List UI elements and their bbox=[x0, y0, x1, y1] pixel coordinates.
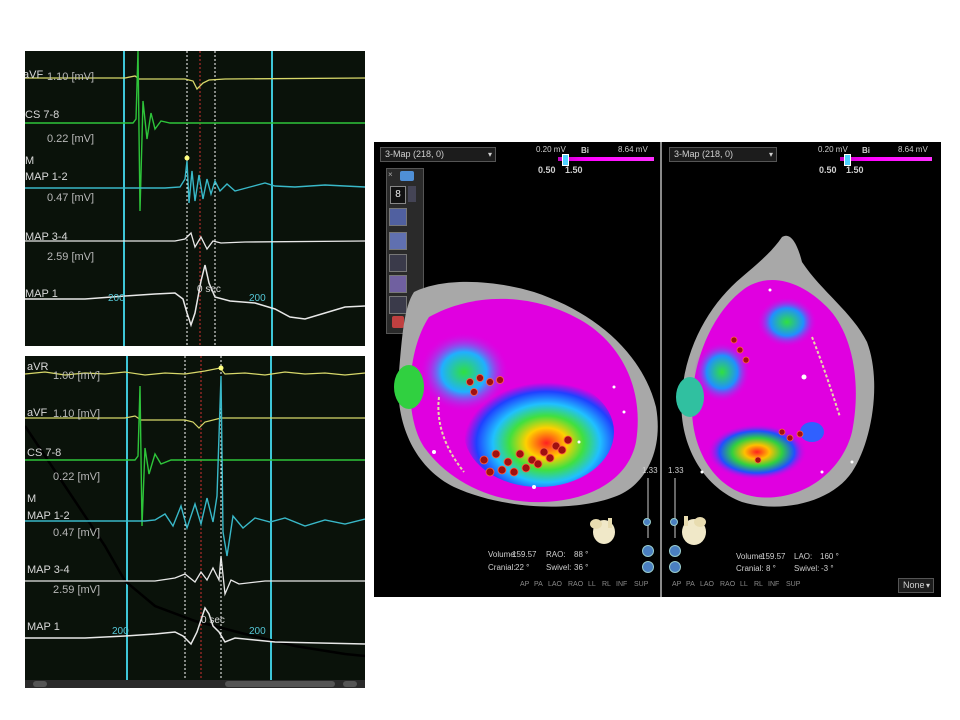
time-right: 200 bbox=[249, 293, 266, 304]
zoom-handle-right[interactable] bbox=[670, 518, 678, 526]
label-avr: aVR bbox=[27, 361, 49, 373]
time-left: 200 bbox=[112, 626, 129, 637]
map-panel: 3-Map (218, 0) ▾ 0.20 mV Bi 8.64 mV 0.50… bbox=[374, 142, 941, 597]
view-pa-left[interactable]: PA bbox=[534, 581, 543, 588]
marker-point bbox=[218, 365, 224, 371]
proj-value-right: 160 ° bbox=[820, 552, 839, 561]
view-sup-left[interactable]: SUP bbox=[634, 581, 648, 588]
scale-map12: 0.47 [mV] bbox=[47, 192, 95, 204]
proj-label-right: LAO: bbox=[794, 552, 813, 561]
label-map12: MAP 1-2 bbox=[25, 171, 68, 183]
cranial-value-left: 22 ° bbox=[515, 563, 530, 572]
view-pa-right[interactable]: PA bbox=[686, 581, 695, 588]
view-rao-right[interactable]: RAO bbox=[720, 581, 735, 588]
zoom-slider-left[interactable] bbox=[647, 478, 649, 538]
view-inf-left[interactable]: INF bbox=[616, 581, 627, 588]
reset-view-icon[interactable] bbox=[642, 561, 654, 573]
label-map1: MAP 1 bbox=[25, 288, 58, 300]
time-center: 0 sec bbox=[197, 284, 221, 295]
zoom-value-left: 1.33 bbox=[642, 466, 658, 475]
label-map34: MAP 3-4 bbox=[25, 231, 68, 243]
volume-value-right: 159.57 bbox=[761, 552, 786, 561]
view-ap-right[interactable]: AP bbox=[672, 581, 681, 588]
cranial-label-right: Cranial: bbox=[736, 564, 764, 573]
scale-avf: 1.10 [mV] bbox=[53, 408, 101, 420]
zoom-slider-right[interactable] bbox=[674, 478, 676, 538]
voltage-map-left[interactable] bbox=[374, 142, 660, 597]
rotate-down-icon[interactable] bbox=[669, 545, 681, 557]
view-rl-left[interactable]: RL bbox=[602, 581, 611, 588]
view-rao-left[interactable]: RAO bbox=[568, 581, 583, 588]
view-ap-left[interactable]: AP bbox=[520, 581, 529, 588]
label-cs78: CS 7-8 bbox=[25, 109, 60, 121]
view-ll-right[interactable]: LL bbox=[740, 581, 748, 588]
scale-cs78: 0.22 [mV] bbox=[53, 471, 101, 483]
zoom-handle-left[interactable] bbox=[643, 518, 651, 526]
scale-cs78: 0.22 [mV] bbox=[47, 133, 95, 145]
label-cs78: CS 7-8 bbox=[27, 447, 62, 459]
time-left: 200 bbox=[108, 293, 125, 304]
volume-value-left: 159.57 bbox=[512, 550, 537, 559]
egm-panel-top: aVF 1.10 [mV] CS 7-8 0.22 [mV] M MAP 1-2… bbox=[25, 51, 365, 346]
proj-label-left: RAO: bbox=[546, 550, 566, 559]
trace-map34 bbox=[25, 231, 365, 251]
scale-avf: 1.10 [mV] bbox=[47, 71, 95, 83]
egm-panel-bottom: aVR 1.00 [mV] aVF 1.10 [mV] CS 7-8 0.22 … bbox=[25, 356, 365, 688]
voltage-map-right[interactable] bbox=[662, 142, 941, 597]
marker-point bbox=[184, 155, 190, 161]
cranial-label-left: Cranial: bbox=[488, 563, 516, 572]
scale-map34: 2.59 [mV] bbox=[53, 584, 101, 596]
time-center: 0 sec bbox=[201, 615, 225, 626]
view-inf-right[interactable]: INF bbox=[768, 581, 779, 588]
reset-view-icon[interactable] bbox=[669, 561, 681, 573]
swivel-value-right: -3 ° bbox=[821, 564, 834, 573]
chevron-down-icon: ▾ bbox=[925, 581, 930, 590]
label-avf: aVF bbox=[25, 69, 44, 81]
egm-traces-bottom bbox=[25, 356, 365, 688]
scale-map12: 0.47 [mV] bbox=[53, 527, 101, 539]
side-marker: M bbox=[25, 155, 35, 167]
view-lao-right[interactable]: LAO bbox=[700, 581, 714, 588]
label-map34: MAP 3-4 bbox=[27, 564, 70, 576]
zoom-value-right: 1.33 bbox=[668, 466, 684, 475]
view-lao-left[interactable]: LAO bbox=[548, 581, 562, 588]
rotate-down-icon[interactable] bbox=[642, 545, 654, 557]
swivel-value-left: 36 ° bbox=[574, 563, 589, 572]
trace-map1 bbox=[25, 606, 365, 646]
cranial-value-right: 8 ° bbox=[766, 564, 776, 573]
scale-avr: 1.00 [mV] bbox=[53, 370, 101, 382]
label-map1: MAP 1 bbox=[27, 621, 60, 633]
trace-map1 bbox=[25, 264, 365, 328]
scale-map34: 2.59 [mV] bbox=[47, 251, 95, 263]
none-select[interactable]: None ▾ bbox=[898, 578, 934, 593]
proj-value-left: 88 ° bbox=[574, 550, 589, 559]
swivel-label-left: Swivel: bbox=[546, 563, 572, 572]
time-right: 200 bbox=[249, 626, 266, 637]
side-marker: M bbox=[27, 493, 37, 505]
view-sup-right[interactable]: SUP bbox=[786, 581, 800, 588]
view-ll-left[interactable]: LL bbox=[588, 581, 596, 588]
view-rl-right[interactable]: RL bbox=[754, 581, 763, 588]
none-select-label: None bbox=[903, 580, 925, 590]
swivel-label-right: Swivel: bbox=[794, 564, 820, 573]
label-avf: aVF bbox=[27, 407, 48, 419]
label-map12: MAP 1-2 bbox=[27, 510, 70, 522]
